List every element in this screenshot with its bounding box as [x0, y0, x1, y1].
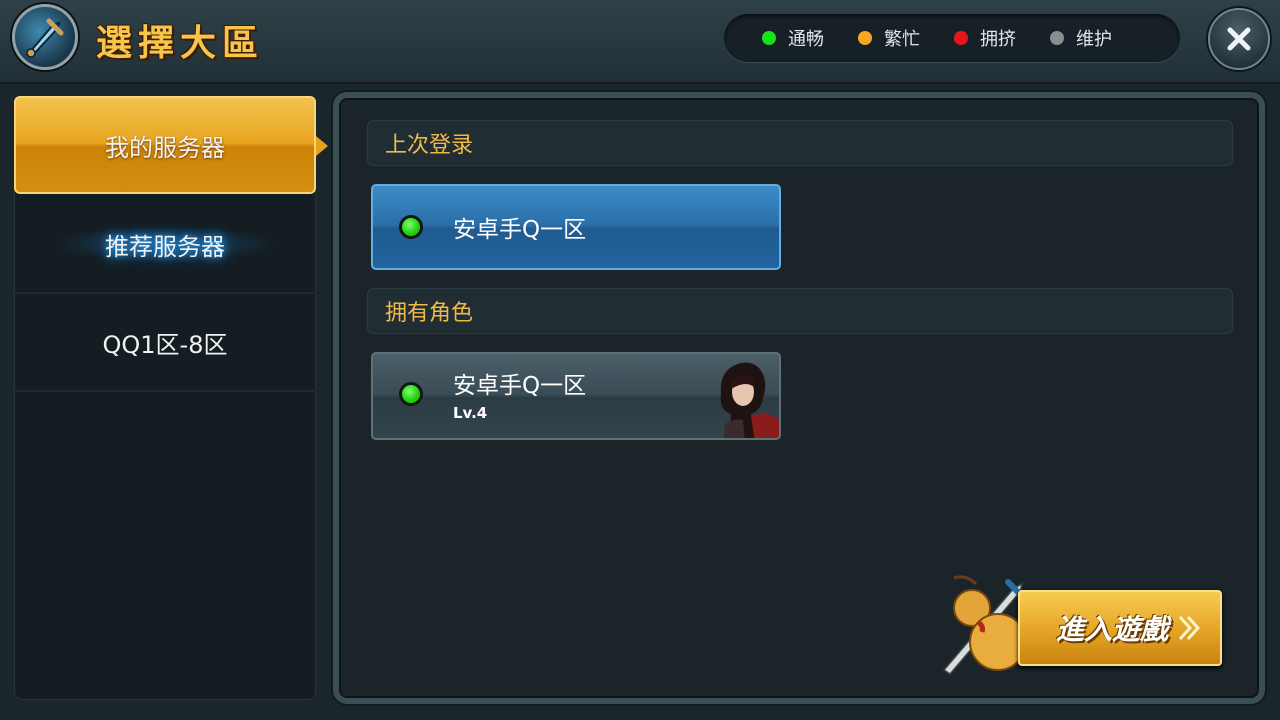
selected-arrow-icon	[316, 136, 328, 156]
status-dot-icon	[858, 31, 872, 45]
legend-item-crowded: 拥挤	[954, 25, 1016, 51]
character-portrait-icon	[720, 362, 779, 438]
status-dot-icon	[399, 382, 423, 406]
legend-label: 维护	[1076, 29, 1112, 50]
sidebar-item-my-servers[interactable]: 我的服务器	[14, 96, 328, 194]
last-login-header: 上次登录	[367, 120, 1233, 166]
legend-label: 通畅	[788, 29, 824, 50]
sword-logo-icon	[12, 4, 78, 70]
status-dot-icon	[399, 215, 423, 239]
legend-label: 繁忙	[884, 29, 920, 50]
status-dot-icon	[762, 31, 776, 45]
owned-roles-header: 拥有角色	[367, 288, 1233, 334]
status-dot-icon	[1050, 31, 1064, 45]
last-login-server-card[interactable]: 安卓手Q一区	[371, 184, 781, 270]
server-category-sidebar: 我的服务器 推荐服务器 QQ1区-8区	[14, 96, 328, 700]
sidebar-item-label: 推荐服务器	[105, 232, 225, 261]
enter-game-label: 進入遊戲	[1055, 613, 1168, 646]
legend-item-busy: 繁忙	[858, 25, 920, 51]
server-name: 安卓手Q一区	[453, 373, 587, 399]
legend-item-maintenance: 维护	[1050, 25, 1112, 51]
header-bar: 選擇大區 通畅 繁忙 拥挤 维护	[0, 0, 1280, 84]
status-dot-icon	[954, 31, 968, 45]
close-x-icon	[1227, 27, 1251, 51]
legend-item-smooth: 通畅	[762, 25, 824, 51]
sidebar-item-qq-zones[interactable]: QQ1区-8区	[14, 294, 316, 392]
character-level: Lv.4	[453, 404, 488, 422]
sidebar-item-label: QQ1区-8区	[102, 330, 228, 359]
server-status-legend: 通畅 繁忙 拥挤 维护	[724, 14, 1180, 62]
owned-role-server-card[interactable]: 安卓手Q一区 Lv.4	[371, 352, 781, 440]
enter-game-button[interactable]: 進入遊戲	[1018, 590, 1222, 666]
page-title: 選擇大區	[96, 22, 265, 64]
sidebar-item-label: 我的服务器	[105, 133, 225, 162]
legend-label: 拥挤	[980, 29, 1016, 50]
server-name: 安卓手Q一区	[453, 217, 587, 243]
sidebar-item-recommended-servers[interactable]: 推荐服务器	[14, 196, 316, 294]
close-button[interactable]	[1208, 8, 1270, 70]
double-chevron-right-icon	[1178, 615, 1200, 641]
